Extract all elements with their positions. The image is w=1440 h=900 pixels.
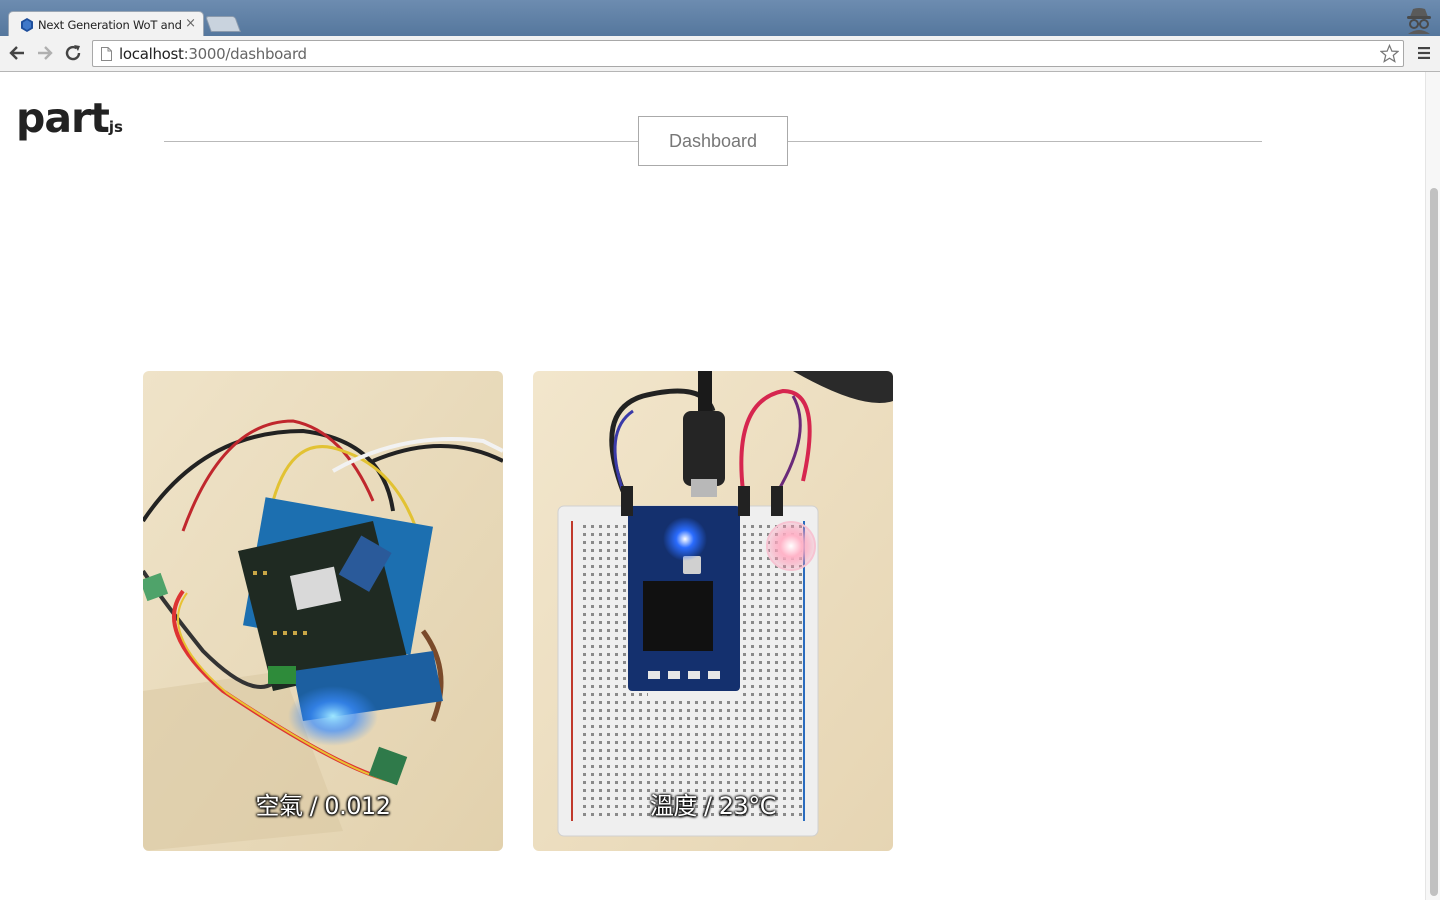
bookmark-star-icon[interactable] [1380,44,1399,63]
scrollbar-thumb[interactable] [1430,188,1438,896]
browser-toolbar: localhost:3000/dashboard [0,36,1440,72]
hexagon-favicon-icon [21,18,33,32]
dashboard-button[interactable]: Dashboard [638,116,788,166]
address-bar[interactable]: localhost:3000/dashboard [92,40,1404,67]
browser-tab[interactable]: Next Generation WoT and × [8,11,204,37]
tab-title: Next Generation WoT and [38,18,182,32]
page-icon [101,47,112,61]
temperature-reading-label: 溫度 / 23°C [649,792,777,820]
incognito-icon [1407,8,1431,34]
sensor-card-temperature[interactable]: 溫度 / 23°C [533,371,893,851]
sensor-card-air[interactable]: 空氣 / 0.012 [143,371,503,851]
page-viewport: partjs Dashboard 空氣 / 0.012 溫度 / 23°C [0,72,1440,900]
back-arrow-icon[interactable] [8,44,26,62]
menu-hamburger-icon[interactable] [1418,47,1430,59]
browser-titlebar: Next Generation WoT and × [0,0,1440,37]
reload-icon[interactable] [64,44,82,62]
logo-text: part [16,94,110,142]
url-host: localhost [119,45,184,63]
air-reading-label: 空氣 / 0.012 [255,792,391,820]
new-tab-button[interactable] [205,16,241,32]
logo-subscript: js [108,118,123,136]
forward-arrow-icon[interactable] [36,44,54,62]
url-path: :3000/dashboard [183,45,307,63]
temperature-sensor-photo [533,371,893,851]
url-text: localhost:3000/dashboard [119,45,307,63]
air-sensor-photo [143,371,503,851]
vertical-scrollbar[interactable] [1425,72,1440,900]
partjs-logo[interactable]: partjs [16,94,123,142]
tab-close-icon[interactable]: × [185,16,196,31]
